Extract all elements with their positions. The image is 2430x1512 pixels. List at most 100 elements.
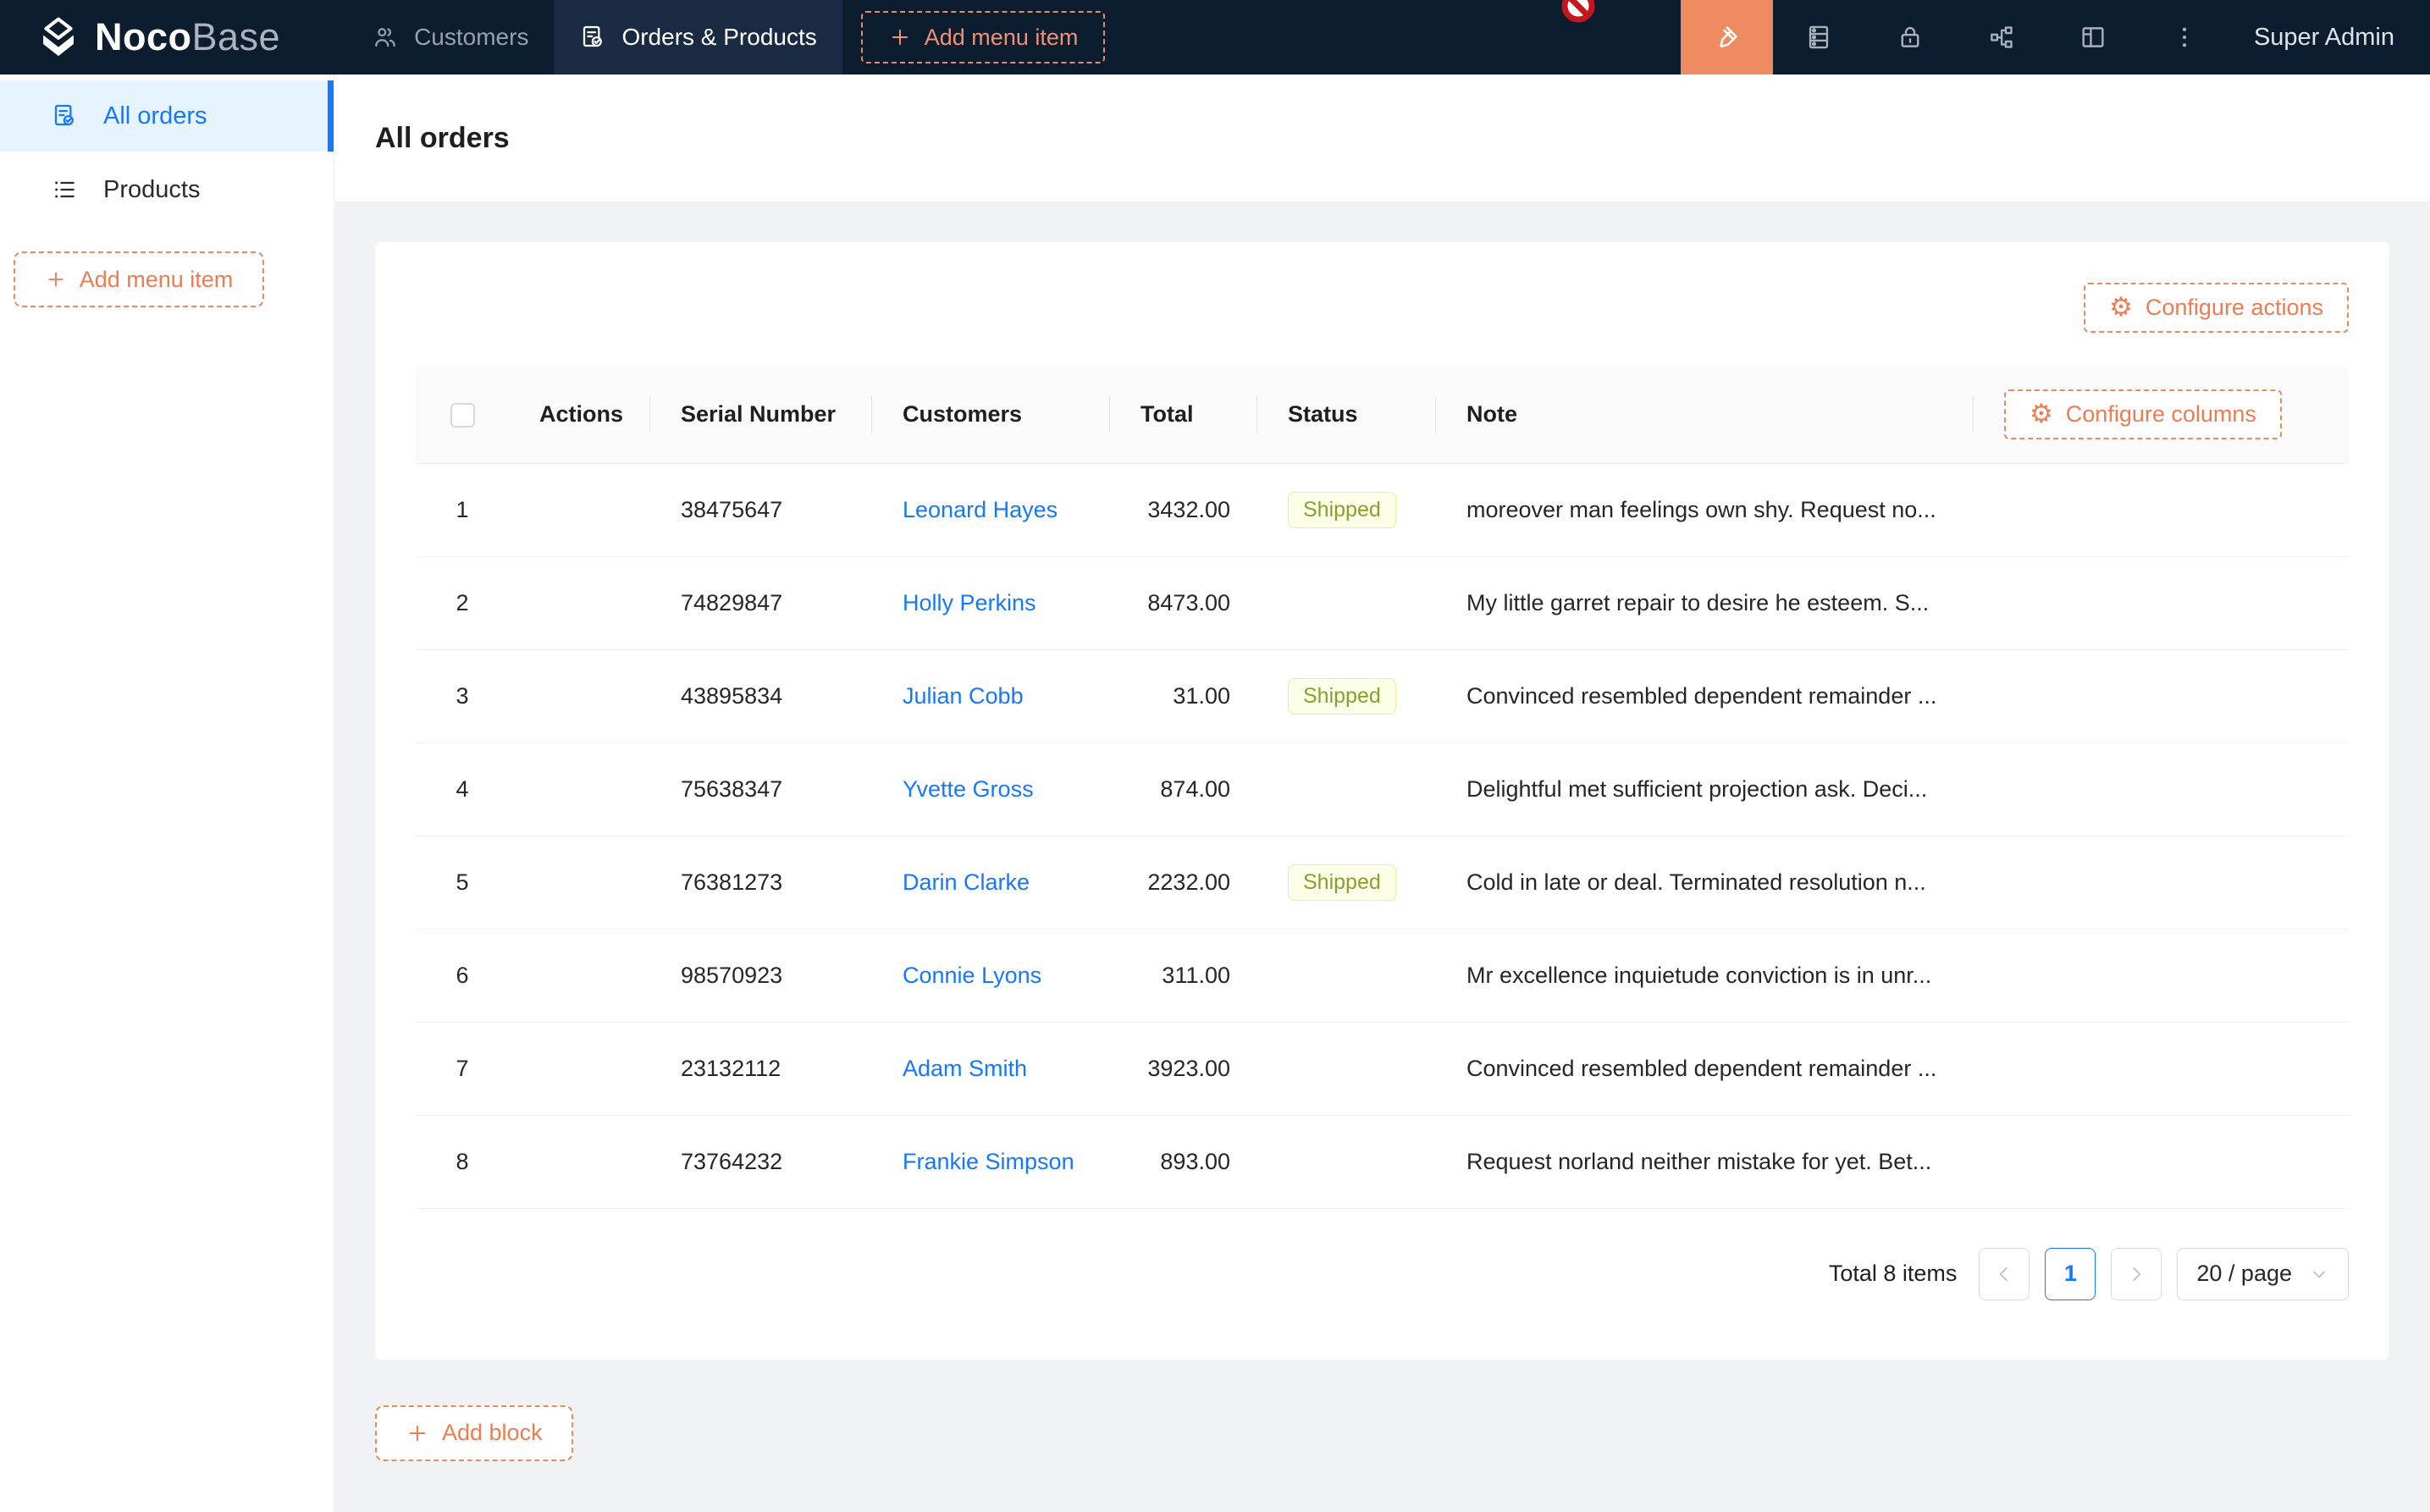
total-cell: 3923.00: [1110, 1022, 1257, 1115]
row-actions-cell: [509, 556, 650, 649]
configure-actions-label: Configure actions: [2146, 295, 2323, 321]
row-index: 7: [416, 1022, 509, 1115]
tab-customers[interactable]: Customers: [346, 0, 554, 74]
tab-orders-products[interactable]: Orders & Products: [554, 0, 842, 74]
row-actions-cell: [509, 463, 650, 556]
customer-link[interactable]: Connie Lyons: [903, 963, 1041, 988]
user-menu[interactable]: Super Admin: [2254, 24, 2394, 52]
layout-settings-button[interactable]: [2047, 0, 2139, 74]
configure-actions-button[interactable]: ⚙ Configure actions: [2084, 283, 2349, 333]
total-cell: 311.00: [1110, 929, 1257, 1022]
configure-columns-label: Configure columns: [2066, 401, 2256, 428]
row-actions-cell: [509, 929, 650, 1022]
row-index: 4: [416, 742, 509, 836]
tab-label: Orders & Products: [621, 24, 816, 51]
highlighter-icon: [1711, 22, 1742, 52]
table-row: 5 76381273 Darin Clarke 2232.00 Shipped …: [416, 836, 2349, 929]
database-manager-button[interactable]: [1773, 0, 1864, 74]
page-size-value: 20 / page: [2196, 1261, 2292, 1287]
document-check-icon: [51, 102, 78, 130]
add-menu-item-label: Add menu item: [80, 267, 234, 293]
row-index: 5: [416, 836, 509, 929]
people-icon: [372, 24, 399, 51]
serial-number-cell: 73764232: [650, 1115, 872, 1208]
page-number-button[interactable]: 1: [2045, 1248, 2096, 1300]
table-row: 3 43895834 Julian Cobb 31.00 Shipped Con…: [416, 649, 2349, 742]
nav-tabs: Customers Orders & Products: [346, 0, 842, 74]
row-index: 2: [416, 556, 509, 649]
document-check-icon: [579, 24, 606, 51]
serial-number-cell: 76381273: [650, 836, 872, 929]
total-cell: 8473.00: [1110, 556, 1257, 649]
serial-number-cell: 75638347: [650, 742, 872, 836]
note-cell: Delightful met sufficient projection ask…: [1436, 742, 1974, 836]
customer-link[interactable]: Julian Cobb: [903, 683, 1024, 709]
logo-text: NocoBase: [95, 15, 280, 59]
note-cell: moreover man feelings own shy. Request n…: [1436, 463, 1974, 556]
row-index: 1: [416, 463, 509, 556]
table-row: 7 23132112 Adam Smith 3923.00 Convinced …: [416, 1022, 2349, 1115]
table-body: 1 38475647 Leonard Hayes 3432.00 Shipped…: [416, 463, 2349, 1208]
note-cell: My little garret repair to desire he est…: [1436, 556, 1974, 649]
ui-editor-toggle[interactable]: [1681, 0, 1773, 74]
nocobase-logo-icon: [34, 13, 83, 62]
table-row: 6 98570923 Connie Lyons 311.00 Mr excell…: [416, 929, 2349, 1022]
permissions-button[interactable]: [1864, 0, 1956, 74]
database-icon: [1804, 23, 1833, 52]
select-all-checkbox[interactable]: [450, 403, 475, 428]
plugins-button[interactable]: [1956, 0, 2047, 74]
sidebar-item-products[interactable]: Products: [0, 154, 334, 225]
lock-icon: [1896, 23, 1925, 52]
customer-link[interactable]: Frankie Simpson: [903, 1149, 1074, 1174]
tab-label: Customers: [414, 24, 528, 51]
serial-number-cell: 98570923: [650, 929, 872, 1022]
row-actions-cell: [509, 649, 650, 742]
pagination-total: Total 8 items: [1829, 1261, 1958, 1287]
layout-icon: [2079, 23, 2107, 52]
navbar-right-group: Super Admin: [1681, 0, 2430, 74]
next-page-button[interactable]: [2111, 1248, 2162, 1300]
more-menu-button[interactable]: [2139, 0, 2230, 74]
total-cell: 893.00: [1110, 1115, 1257, 1208]
serial-number-cell: 43895834: [650, 649, 872, 742]
column-header-customers: Customers: [872, 367, 1110, 463]
sidebar-item-label: All orders: [103, 102, 207, 130]
row-actions-cell: [509, 742, 650, 836]
customer-link[interactable]: Adam Smith: [903, 1056, 1027, 1081]
add-menu-item-top-button[interactable]: Add menu item: [861, 11, 1106, 63]
nocobase-logo[interactable]: NocoBase: [34, 13, 280, 62]
sidebar-item-all-orders[interactable]: All orders: [0, 80, 334, 152]
note-cell: Convinced resembled dependent remainder …: [1436, 1022, 1974, 1115]
row-index: 6: [416, 929, 509, 1022]
table-row: 8 73764232 Frankie Simpson 893.00 Reques…: [416, 1115, 2349, 1208]
note-cell: Request norland neither mistake for yet.…: [1436, 1115, 1974, 1208]
chevron-left-icon: [1993, 1263, 2015, 1285]
gear-icon: ⚙: [2109, 295, 2133, 321]
column-header-note: Note: [1436, 367, 1974, 463]
previous-page-button[interactable]: [1979, 1248, 2030, 1300]
column-header-actions: Actions: [509, 367, 650, 463]
add-menu-item-sidebar-button[interactable]: Add menu item: [14, 251, 264, 307]
configure-columns-button[interactable]: ⚙ Configure columns: [2004, 389, 2282, 439]
sidebar: All orders Products Add menu item: [0, 74, 334, 1512]
orders-table-card: ⚙ Configure actions Actions Serial Numbe…: [375, 242, 2389, 1360]
page-size-select[interactable]: 20 / page: [2177, 1248, 2349, 1300]
total-cell: 31.00: [1110, 649, 1257, 742]
main-area: All orders ⚙ Configure actions: [334, 74, 2430, 1512]
customer-link[interactable]: Holly Perkins: [903, 590, 1036, 615]
card-toolbar: ⚙ Configure actions: [416, 283, 2349, 333]
customer-link[interactable]: Yvette Gross: [903, 776, 1034, 802]
row-index: 3: [416, 649, 509, 742]
plus-icon: [888, 25, 912, 49]
status-badge: Shipped: [1288, 864, 1396, 901]
row-index: 8: [416, 1115, 509, 1208]
total-cell: 2232.00: [1110, 836, 1257, 929]
customer-link[interactable]: Leonard Hayes: [903, 497, 1058, 522]
sidebar-item-label: Products: [103, 176, 200, 204]
page-title: All orders: [375, 122, 510, 155]
add-block-button[interactable]: Add block: [375, 1405, 573, 1461]
row-actions-cell: [509, 1022, 650, 1115]
customer-link[interactable]: Darin Clarke: [903, 869, 1030, 895]
plus-icon: [45, 268, 67, 290]
row-actions-cell: [509, 1115, 650, 1208]
